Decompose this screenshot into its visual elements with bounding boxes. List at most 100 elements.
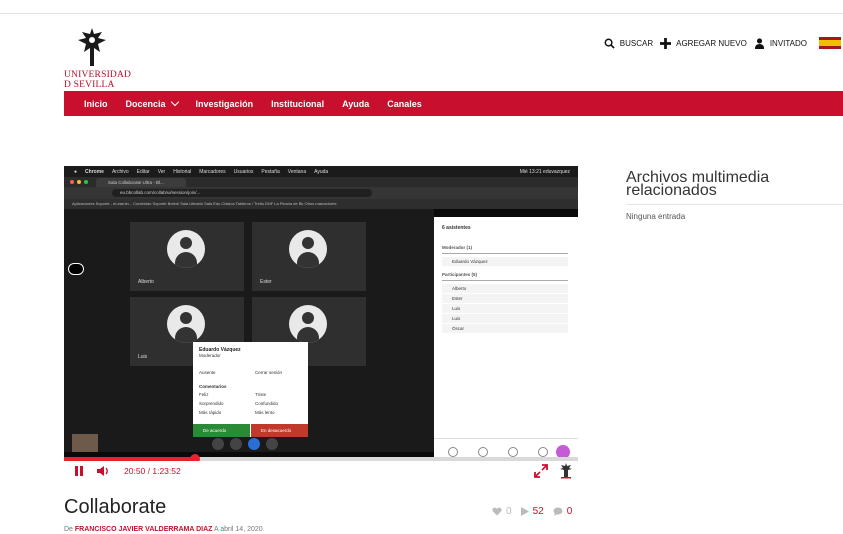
search-button[interactable]: BUSCAR [604,38,653,49]
chat-icon [448,447,458,457]
participant-row: Óscar [442,324,568,333]
window-dots [70,180,88,184]
top-rule [0,13,843,14]
nav-item-investigacion[interactable]: Investigación [196,99,254,109]
nav-label: Inicio [84,98,108,109]
menubar-item: Ver [157,168,166,175]
participant-row: Luis [442,304,568,313]
likes-count: 0 [506,506,512,517]
menubar-item: Marcadores [199,168,226,175]
menubar-item: Ventana [287,168,307,175]
participant-tile: Ester [252,222,366,291]
participant-tile: Alberto [130,222,244,291]
media-stats: 0 52 0 [492,506,572,517]
mac-clock: Mié 13:21 eduvazquez [519,168,570,175]
menu-role: Moderador [199,353,221,358]
menu-comments-title: Comentarios [199,384,227,389]
video-player[interactable]: ● Chrome Archivo Editar Ver Historial Ma… [64,166,578,466]
menu-agree: De acuerdo [193,424,250,437]
participant-row: Alberto [442,284,568,293]
add-new-label: AGREGAR NUEVO [676,38,747,48]
control-button [266,438,278,450]
main-nav: Inicio Docencia Investigación Institucio… [64,91,843,116]
attendees-icon [478,447,488,457]
logo-line-2: D SEVILLA [64,80,115,90]
user-label: INVITADO [769,38,807,48]
media-byline: De FRANCISCO JAVIER VALDERRAMA DIAZ A ab… [64,526,263,533]
player-controls: 20:50 / 1:23:52 [64,461,578,481]
related-media-title: Archivos multimedia relacionados [626,169,770,199]
avatar [167,230,205,268]
divider [442,253,568,254]
time-display: 20:50 / 1:23:52 [124,466,181,476]
volume-icon[interactable] [96,465,110,477]
nav-label: Investigación [195,98,254,109]
menubar-item: Archivo [111,168,129,175]
browser-tab: Sala Collaborate Ultra - Bl... [96,178,186,187]
avatar [289,230,327,268]
nav-item-docencia[interactable]: Docencia [125,97,179,109]
menu-confused: Confundido [255,401,279,406]
likes-stat[interactable]: 0 [492,506,512,517]
divider [442,280,568,281]
menubar-item: Chrome [85,168,104,175]
comment-icon [553,507,563,516]
menu-header: Eduardo Vázquez Moderador [199,347,241,358]
menu-surprised: Sorprendido [199,401,224,406]
moderator-row: Eduardo Vázquez [442,257,568,266]
user-menu[interactable]: INVITADO [754,37,807,49]
fullscreen-icon[interactable] [534,464,548,478]
spain-flag-icon[interactable] [819,37,841,49]
giralda-icon [78,28,106,66]
menu-happy: Feliz [199,392,209,397]
bookmarks-bar: Aplicaciones Soporte - eLearnin... Conte… [64,199,578,209]
apple-icon: ● [74,168,78,175]
url-box: eu.bbcollab.com/collab/ui/session/join/.… [112,189,372,197]
user-icon [754,37,764,49]
tile-name: Alberto [138,279,154,285]
share-icon [508,447,518,457]
menu-sad: Triste [255,392,267,397]
settings-icon [538,447,548,457]
university-mini-logo-icon [560,463,572,479]
tile-name: Luis [138,354,148,360]
chevron-down-icon [170,97,179,107]
plays-stat: 52 [520,506,544,517]
header-tools: BUSCAR AGREGAR NUEVO INVITADO [604,37,841,49]
menu-disagree: En desacuerdo [251,424,308,437]
menubar-item: Pestaña [261,168,280,175]
participant-row: Luis [442,314,568,323]
menu-away: Ausente [199,370,216,375]
comments-stat[interactable]: 0 [553,506,572,517]
menu-logout: Cerrar sesión [255,370,283,375]
menubar-item: Editar [136,168,150,175]
menu-faster: Más rápido [199,410,222,415]
sidebar-divider [626,204,843,205]
avatar [167,305,205,343]
self-camera [72,434,98,452]
mac-menubar: ● Chrome Archivo Editar Ver Historial Ma… [64,166,578,177]
author-link[interactable]: FRANCISCO JAVIER VALDERRAMA DIAZ [75,526,213,533]
nav-item-ayuda[interactable]: Ayuda [342,99,369,109]
nav-label: Docencia [125,98,166,109]
university-logo[interactable]: UNIVERSIDAD D SEVILLA [64,26,144,90]
pause-button[interactable] [74,466,84,476]
moderator-header: Moderador (1) [442,245,473,250]
nav-item-canales[interactable]: Canales [387,99,422,109]
control-button [230,438,242,450]
attendees-panel: 6 asistentes Moderador (1) Eduardo Vázqu… [434,217,578,465]
tile-name: Ester [260,279,272,285]
menubar-item: Historial [173,168,192,175]
play-icon [520,507,529,516]
plays-count: 52 [532,506,544,517]
nav-item-institucional[interactable]: Institucional [271,99,324,109]
session-controls [212,438,278,450]
nav-item-inicio[interactable]: Inicio [84,99,108,109]
participant-row: Ester [442,294,568,303]
search-icon [604,38,615,49]
status-menu: Eduardo Vázquez Moderador Ausente Cerrar … [193,342,308,437]
nav-label: Ayuda [342,98,370,109]
add-new-button[interactable]: AGREGAR NUEVO [660,37,747,49]
participants-header: Participantes (5) [442,272,478,277]
panel-title: 6 asistentes [442,225,471,231]
